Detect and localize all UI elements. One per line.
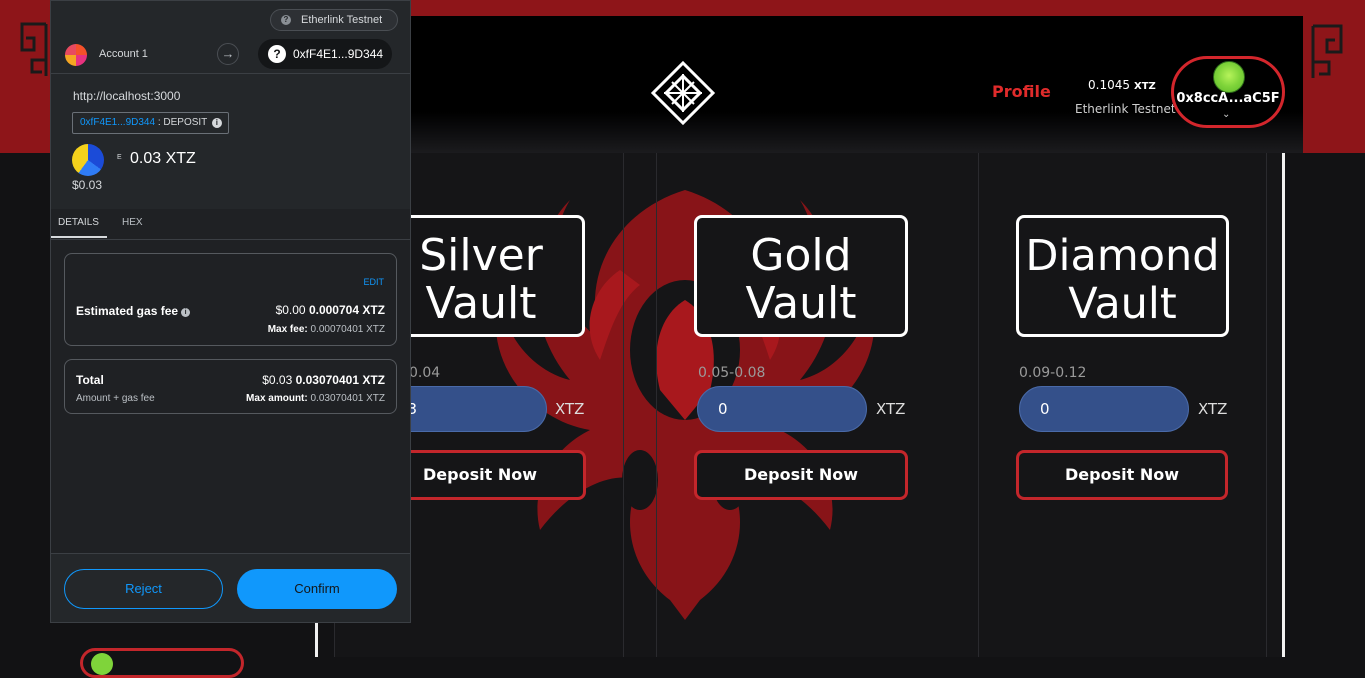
vault-unit: XTZ [555, 400, 585, 418]
edit-gas-link[interactable]: EDIT [363, 277, 384, 287]
account-row: Account 1 → ? 0xfF4E1...9D344 [51, 37, 410, 74]
vault-unit: XTZ [1198, 400, 1228, 418]
column-divider [656, 153, 657, 657]
vault-range: 0.05-0.08 [698, 365, 766, 381]
max-fee-label: Max fee: [267, 324, 308, 335]
recipient-address: 0xfF4E1...9D344 [293, 47, 384, 61]
corner-ornament-icon [20, 22, 48, 76]
vault-amount-input[interactable]: 0 [697, 386, 867, 432]
origin-url: http://localhost:3000 [73, 89, 181, 103]
network-pill[interactable]: ? Etherlink Testnet [270, 9, 398, 31]
transfer-amount-usd: $0.03 [72, 178, 103, 192]
network-label: Etherlink Testnet [1075, 102, 1176, 116]
recipient-pill[interactable]: ? 0xfF4E1...9D344 [258, 39, 392, 69]
right-edge-line [1282, 153, 1285, 657]
vault-title-line: Gold [750, 230, 852, 281]
account-name: Account 1 [99, 48, 148, 60]
reject-button[interactable]: Reject [64, 569, 223, 609]
tab-bar: DETAILS HEX [51, 209, 410, 240]
confirm-button[interactable]: Confirm [237, 569, 397, 609]
max-amount-label: Max amount: [246, 393, 308, 404]
tab-details[interactable]: DETAILS [58, 217, 99, 228]
bottom-wallet-pill[interactable] [80, 648, 244, 678]
deposit-button[interactable]: Deposit Now [694, 450, 908, 500]
total-usd: $0.03 [262, 373, 293, 387]
avatar [91, 653, 113, 675]
token-icon [72, 144, 104, 176]
wallet-balance: 0.1045 XTZ [1088, 78, 1156, 92]
details-panel: DETAILS HEX EDIT Estimated gas fee i $0.0… [51, 209, 410, 553]
question-icon: ? [281, 15, 291, 25]
deposit-button[interactable]: Deposit Now [1016, 450, 1228, 500]
info-icon: i [211, 118, 222, 128]
column-divider [1266, 153, 1267, 657]
total-sub-label: Amount + gas fee [76, 393, 155, 404]
total-label: Total [76, 373, 104, 387]
corner-ornament-icon [1311, 24, 1343, 78]
total-value: $0.03 0.03070401 XTZ [262, 373, 385, 387]
info-icon[interactable]: i [181, 308, 191, 317]
column-divider [978, 153, 979, 657]
vault-title-line: Vault [1068, 279, 1177, 329]
balance-value: 0.1045 [1088, 78, 1130, 92]
vault-title-line: Diamond [1025, 231, 1220, 281]
metamask-popup: ? Etherlink Testnet Account 1 → ? 0xfF4E… [50, 0, 411, 623]
column-divider [623, 153, 624, 657]
max-amount: Max amount: 0.03070401 XTZ [246, 393, 385, 404]
gas-fee-card: EDIT Estimated gas fee i $0.00 0.000704 X… [64, 253, 397, 346]
method-address: 0xfF4E1...9D344 [80, 117, 156, 128]
active-tab-indicator [51, 236, 107, 238]
max-amount-value: 0.03070401 XTZ [310, 393, 386, 404]
wallet-address: 0x8ccA...aC5F [1176, 91, 1280, 106]
vault-title-line: Vault [745, 278, 857, 329]
profile-link[interactable]: Profile [992, 82, 1051, 101]
method-name: : DEPOSIT [157, 117, 208, 128]
action-footer: Reject Confirm [51, 553, 410, 623]
vault-unit: XTZ [876, 400, 906, 418]
balance-unit: XTZ [1134, 81, 1156, 92]
transfer-amount: 0.03 XTZ [130, 150, 196, 167]
network-name: Etherlink Testnet [301, 14, 383, 26]
account-avatar [65, 44, 87, 66]
max-fee: Max fee: 0.00070401 XTZ [268, 324, 385, 335]
chevron-down-icon: ⌄ [1222, 109, 1231, 120]
max-fee-value: 0.00070401 XTZ [310, 324, 386, 335]
tab-hex[interactable]: HEX [122, 217, 143, 228]
vault-title-diamond: Diamond Vault [1016, 215, 1229, 337]
avatar [1213, 61, 1245, 93]
logo-icon[interactable] [650, 60, 716, 126]
total-card: Total $0.03 0.03070401 XTZ Amount + gas … [64, 359, 397, 414]
gas-fee-usd: $0.00 [275, 303, 306, 317]
vault-range: 0.09-0.12 [1019, 365, 1087, 381]
method-badge[interactable]: 0xfF4E1...9D344 : DEPOSIT i [72, 112, 229, 134]
gas-fee-value: $0.00 0.000704 XTZ [276, 303, 385, 317]
wallet-button[interactable]: 0x8ccA...aC5F ⌄ [1171, 56, 1285, 128]
gas-fee-xtz: 0.000704 XTZ [308, 303, 385, 317]
gas-fee-label: Estimated gas fee [76, 304, 179, 318]
question-icon: ? [268, 45, 286, 63]
gas-fee-label-row: Estimated gas fee i [76, 304, 191, 318]
header-right-band [1303, 0, 1365, 153]
vault-title-gold: Gold Vault [694, 215, 908, 337]
vault-range: 0.04 [409, 365, 441, 381]
total-xtz: 0.03070401 XTZ [295, 373, 385, 387]
token-letter: E [117, 154, 122, 161]
arrow-right-icon: → [217, 43, 239, 65]
vault-amount-input[interactable]: 0 [1019, 386, 1189, 432]
